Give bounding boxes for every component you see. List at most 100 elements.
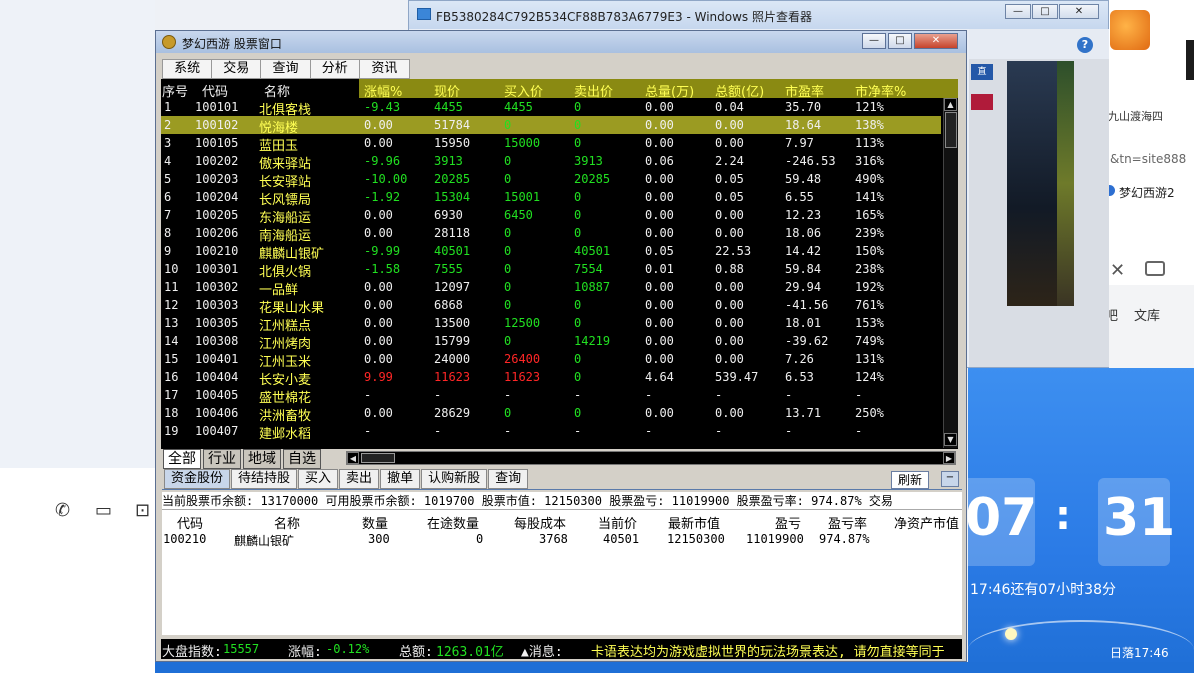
help-icon[interactable]: ?	[1077, 37, 1093, 53]
refresh-button[interactable]: 刷新	[891, 471, 929, 489]
quote-row[interactable]: 9 100210 麒麟山银矿 -9.99 40501 0 40501 0.05 22.53 14.…	[161, 242, 941, 262]
quote-cell-ask: -	[574, 424, 582, 438]
quote-cell-ask: 0	[574, 136, 582, 150]
quote-cell-seq: 13	[164, 316, 179, 330]
photo-viewer-titlebar[interactable]: FB5380284C792B534CF88B783A6779E3 - Windo…	[409, 1, 1108, 29]
quote-cell-change: -9.99	[364, 244, 401, 258]
quote-cell-vol: -	[645, 424, 653, 438]
quote-row[interactable]: 2 100102 悦海楼 0.00 51784 0 0 0.00 0.00 18.64 138%	[161, 116, 941, 136]
clock-hour: 07	[965, 488, 1038, 548]
quote-row[interactable]: 3 100105 蓝田玉 0.00 15950 15000 0 0.00 0.00 7.97 113…	[161, 134, 941, 154]
menu-query[interactable]: 查询	[261, 60, 311, 78]
quote-row[interactable]: 4 100202 傲来驿站 -9.96 3913 0 3913 0.06 2.24 -246.53…	[161, 152, 941, 172]
quote-cell-code: 100203	[195, 172, 239, 186]
quote-row[interactable]: 8 100206 南海船运 0.00 28118 0 0 0.00 0.00 18.06 239%	[161, 224, 941, 244]
quote-row[interactable]: 6 100204 长风镖局 -1.92 15304 15001 0 0.00 0.05 6.55 1…	[161, 188, 941, 208]
holdings-table: 代码 名称 数量 在途数量 每股成本 当前价 最新市值 盈亏 盈亏率 净资产市值…	[162, 509, 962, 635]
screen-share-icon[interactable]: ⊡	[135, 500, 157, 522]
quote-cell-amount: 0.00	[715, 118, 744, 132]
tab-ipo-subscribe[interactable]: 认购新股	[421, 469, 488, 489]
scroll-right-arrow[interactable]: ▶	[943, 452, 955, 464]
tab-industry[interactable]: 行业	[203, 449, 241, 469]
tab-pending-holdings[interactable]: 待结持股	[231, 469, 298, 489]
quote-cell-pe: 6.55	[785, 190, 814, 204]
quote-cell-pb: 761%	[855, 298, 884, 312]
quote-cell-pb: 138%	[855, 118, 884, 132]
quote-cell-amount: 22.53	[715, 244, 752, 258]
quote-cell-pb: 250%	[855, 406, 884, 420]
tab-watchlist[interactable]: 自选	[283, 449, 321, 469]
quote-vertical-scrollbar[interactable]: ▲ ▼	[943, 98, 958, 448]
quote-cell-code: 100301	[195, 262, 239, 276]
close-button[interactable]: ✕	[1059, 4, 1099, 19]
quote-cell-ask: 10887	[574, 280, 611, 294]
collapse-button[interactable]: −	[941, 471, 959, 487]
tab-sell[interactable]: 卖出	[339, 469, 380, 489]
quote-cell-vol: 0.00	[645, 136, 674, 150]
quote-row[interactable]: 19 100407 建邺水稻 - - - - - - - -	[161, 422, 941, 442]
bookmark-wenku[interactable]: 文库	[1134, 305, 1160, 324]
quote-cell-pe: -41.56	[785, 298, 829, 312]
stock-minimize-button[interactable]: —	[862, 33, 886, 49]
quote-cell-pb: 124%	[855, 370, 884, 384]
url-fragment[interactable]: &tn=site888	[1110, 152, 1186, 166]
quote-cell-pb: 238%	[855, 262, 884, 276]
quote-cell-pe: 18.64	[785, 118, 822, 132]
quote-cell-pe: 12.23	[785, 208, 822, 222]
video-call-icon[interactable]: ▭	[95, 500, 117, 522]
scroll-left-arrow[interactable]: ◀	[347, 452, 359, 464]
quote-cell-price: 4455	[434, 100, 463, 114]
quote-row[interactable]: 1 100101 北俱客栈 -9.43 4455 4455 0 0.00 0.04 35.70 12…	[161, 98, 941, 118]
quote-row[interactable]: 14 100308 江州烤肉 0.00 15799 0 14219 0.00 0.00 -39.6…	[161, 332, 941, 352]
quote-cell-pb: 131%	[855, 352, 884, 366]
quote-cell-pe: 7.26	[785, 352, 814, 366]
quote-row[interactable]: 12 100303 花果山水果 0.00 6868 0 0 0.00 0.00 -41.56 761…	[161, 296, 941, 316]
quote-row[interactable]: 15 100401 江州玉米 0.00 24000 26400 0 0.00 0.00 7.26 1…	[161, 350, 941, 370]
sunset-time: 日落17:46	[1110, 646, 1169, 660]
quote-cell-change: -9.96	[364, 154, 401, 168]
quote-row[interactable]: 17 100405 盛世棉花 - - - - - - - -	[161, 386, 941, 406]
browser-toolbar-fragment	[1108, 285, 1194, 368]
close-icon[interactable]: ✕	[1110, 260, 1125, 281]
quote-cell-ask: 7554	[574, 262, 603, 276]
menu-system[interactable]: 系统	[163, 60, 213, 78]
camera-icon[interactable]	[1145, 261, 1165, 276]
quote-cell-bid: 0	[504, 334, 512, 348]
tab-funds-holdings[interactable]: 资金股份	[164, 469, 231, 489]
stock-window-titlebar[interactable]: 梦幻西游 股票窗口 — □ ✕	[156, 31, 966, 53]
quote-row[interactable]: 7 100205 东海船运 0.00 6930 6450 0 0.00 0.00 12.23 165…	[161, 206, 941, 226]
quote-cell-seq: 18	[164, 406, 179, 420]
tab-trade-query[interactable]: 查询	[488, 469, 529, 489]
tab-buy[interactable]: 买入	[298, 469, 339, 489]
maximize-button[interactable]: □	[1032, 4, 1058, 19]
menu-analysis[interactable]: 分析	[311, 60, 360, 78]
quote-cell-seq: 14	[164, 334, 179, 348]
chat-window-fragment	[0, 468, 155, 673]
menu-news[interactable]: 资讯	[360, 60, 409, 78]
quote-row[interactable]: 5 100203 长安驿站 -10.00 20285 0 20285 0.00 0.05 59.4…	[161, 170, 941, 190]
scroll-thumb[interactable]	[945, 112, 957, 148]
quote-row[interactable]: 13 100305 江州糕点 0.00 13500 12500 0 0.00 0.00 18.01…	[161, 314, 941, 334]
scroll-down-arrow[interactable]: ▼	[944, 433, 957, 446]
quote-row[interactable]: 16 100404 长安小麦 9.99 11623 11623 0 4.64 539.47 6.5…	[161, 368, 941, 388]
bookmark-mhxy2[interactable]: 梦幻西游2	[1119, 184, 1175, 201]
market-ticker: 大盘指数: 15557 涨幅: -0.12% 总额: 1263.01亿 ▲消息:…	[161, 639, 962, 659]
minimize-button[interactable]: —	[1005, 4, 1031, 19]
menu-trade[interactable]: 交易	[212, 60, 262, 78]
stock-close-button[interactable]: ✕	[914, 33, 958, 49]
phone-icon[interactable]: ✆	[55, 500, 77, 522]
stock-maximize-button[interactable]: □	[888, 33, 912, 49]
scroll-up-arrow[interactable]: ▲	[944, 98, 957, 111]
tab-region[interactable]: 地域	[243, 449, 281, 469]
quote-cell-seq: 12	[164, 298, 179, 312]
horizontal-scroll-thumb[interactable]	[361, 453, 395, 463]
quote-cell-bid: 4455	[504, 100, 533, 114]
quote-row[interactable]: 11 100302 一品鲜 0.00 12097 0 10887 0.00 0.00 29.94 1…	[161, 278, 941, 298]
quote-row[interactable]: 10 100301 北俱火锅 -1.58 7555 0 7554 0.01 0.88 59.84 2…	[161, 260, 941, 280]
quote-cell-vol: 0.00	[645, 334, 674, 348]
quote-row[interactable]: 18 100406 洪洲畜牧 0.00 28629 0 0 0.00 0.00 13.71 250%	[161, 404, 941, 424]
quote-horizontal-scrollbar[interactable]: ◀ ▶	[346, 451, 956, 465]
tab-cancel-order[interactable]: 撤单	[380, 469, 421, 489]
tab-all[interactable]: 全部	[163, 449, 201, 469]
quote-cell-ask: 0	[574, 406, 582, 420]
